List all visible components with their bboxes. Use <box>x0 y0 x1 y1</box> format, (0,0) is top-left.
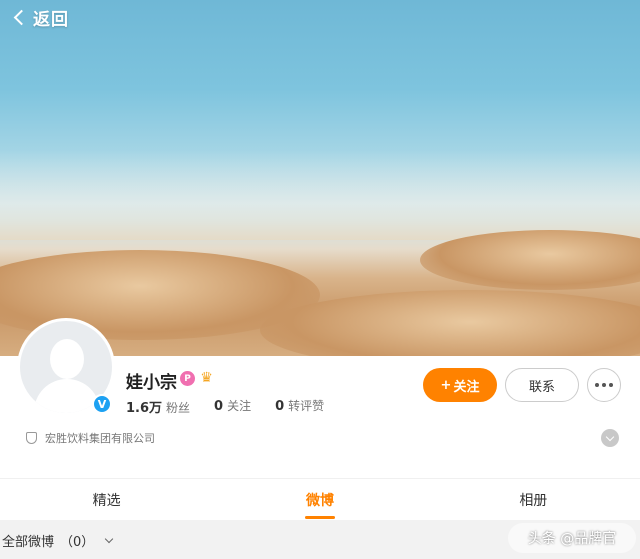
stat-engagement[interactable]: 0 转评赞 <box>275 397 324 416</box>
verified-icon: V <box>92 394 112 414</box>
watermark: 头条 @品牌官 <box>508 523 636 553</box>
follow-label: 关注 <box>453 379 480 395</box>
post-filter-dropdown[interactable]: 全部微博 （0） <box>2 531 114 550</box>
shield-icon <box>26 432 37 444</box>
company-name: 宏胜饮料集团有限公司 <box>45 432 155 445</box>
dot-icon <box>595 383 599 387</box>
avatar-body-shape <box>34 379 100 413</box>
more-options-button[interactable] <box>587 368 621 402</box>
contact-button[interactable]: 联系 <box>505 368 579 402</box>
tab-weibo[interactable]: 微博 <box>213 479 426 520</box>
back-label: 返回 <box>33 9 69 30</box>
filter-count: （0） <box>60 535 95 550</box>
back-button[interactable]: 返回 <box>12 4 69 30</box>
cover-haze <box>0 150 640 240</box>
member-badge-icon[interactable]: P <box>180 371 195 386</box>
avatar-head-shape <box>50 339 84 379</box>
chevron-left-icon <box>13 9 30 25</box>
profile-stats: 1.6万 粉丝 0 关注 0 转评赞 <box>126 397 324 416</box>
dot-icon <box>609 383 613 387</box>
sand-dune <box>420 230 640 290</box>
tab-album[interactable]: 相册 <box>427 479 640 520</box>
filter-label: 全部微博 <box>2 535 55 550</box>
profile-tabs: 精选 微博 相册 <box>0 478 640 520</box>
dot-icon <box>602 383 606 387</box>
stat-followers[interactable]: 1.6万 粉丝 <box>126 397 190 416</box>
chevron-down-icon <box>105 534 114 543</box>
company-info: 宏胜饮料集团有限公司 <box>26 430 155 446</box>
chevron-down-icon <box>605 432 615 441</box>
profile-name: 娃小宗 <box>126 373 177 393</box>
stat-following[interactable]: 0 关注 <box>214 397 251 416</box>
cover-image: 返回 <box>0 0 640 356</box>
crown-icon[interactable]: ♛ <box>198 370 215 386</box>
plus-icon: + <box>440 377 452 393</box>
tab-featured[interactable]: 精选 <box>0 479 213 520</box>
follow-button[interactable]: + 关注 <box>423 368 497 402</box>
expand-info-button[interactable] <box>601 429 619 447</box>
